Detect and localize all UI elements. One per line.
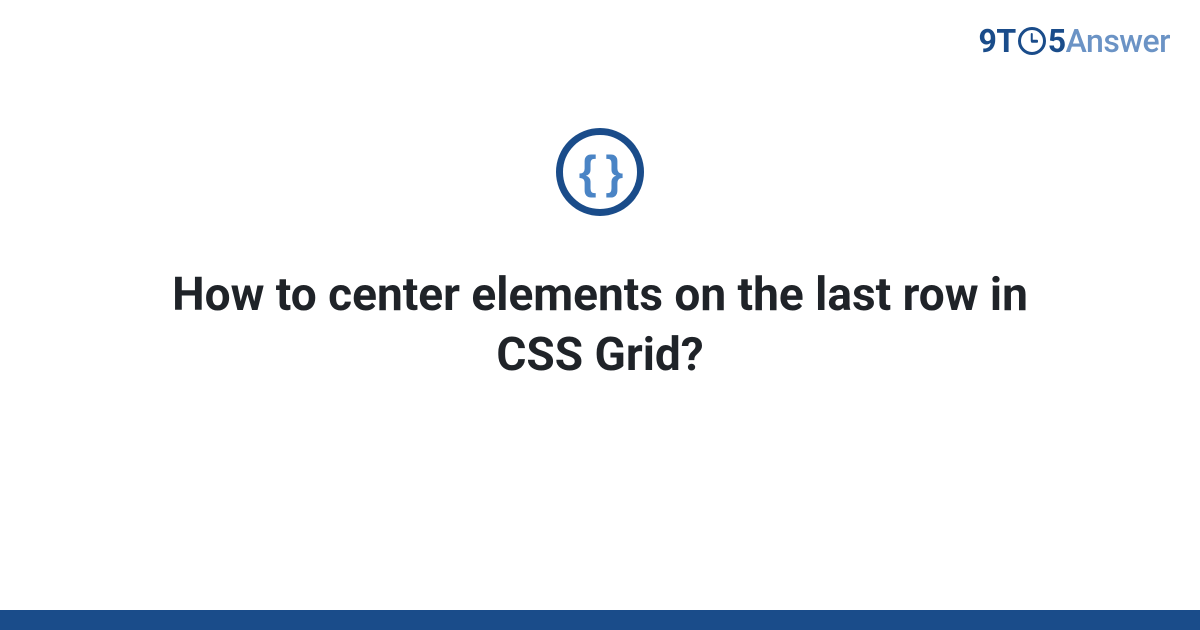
brand-text-9t: 9T [979,22,1016,60]
category-icon-circle: { } [556,128,644,216]
footer-bar [0,610,1200,630]
brand-logo: 9T 5 Answer [979,22,1170,60]
brand-text-5: 5 [1048,22,1066,60]
brand-text-answer: Answer [1066,22,1170,60]
main-content: { } How to center elements on the last r… [0,128,1200,386]
braces-icon: { } [579,149,622,195]
page-title: How to center elements on the last row i… [100,266,1100,386]
clock-icon [1018,27,1046,55]
